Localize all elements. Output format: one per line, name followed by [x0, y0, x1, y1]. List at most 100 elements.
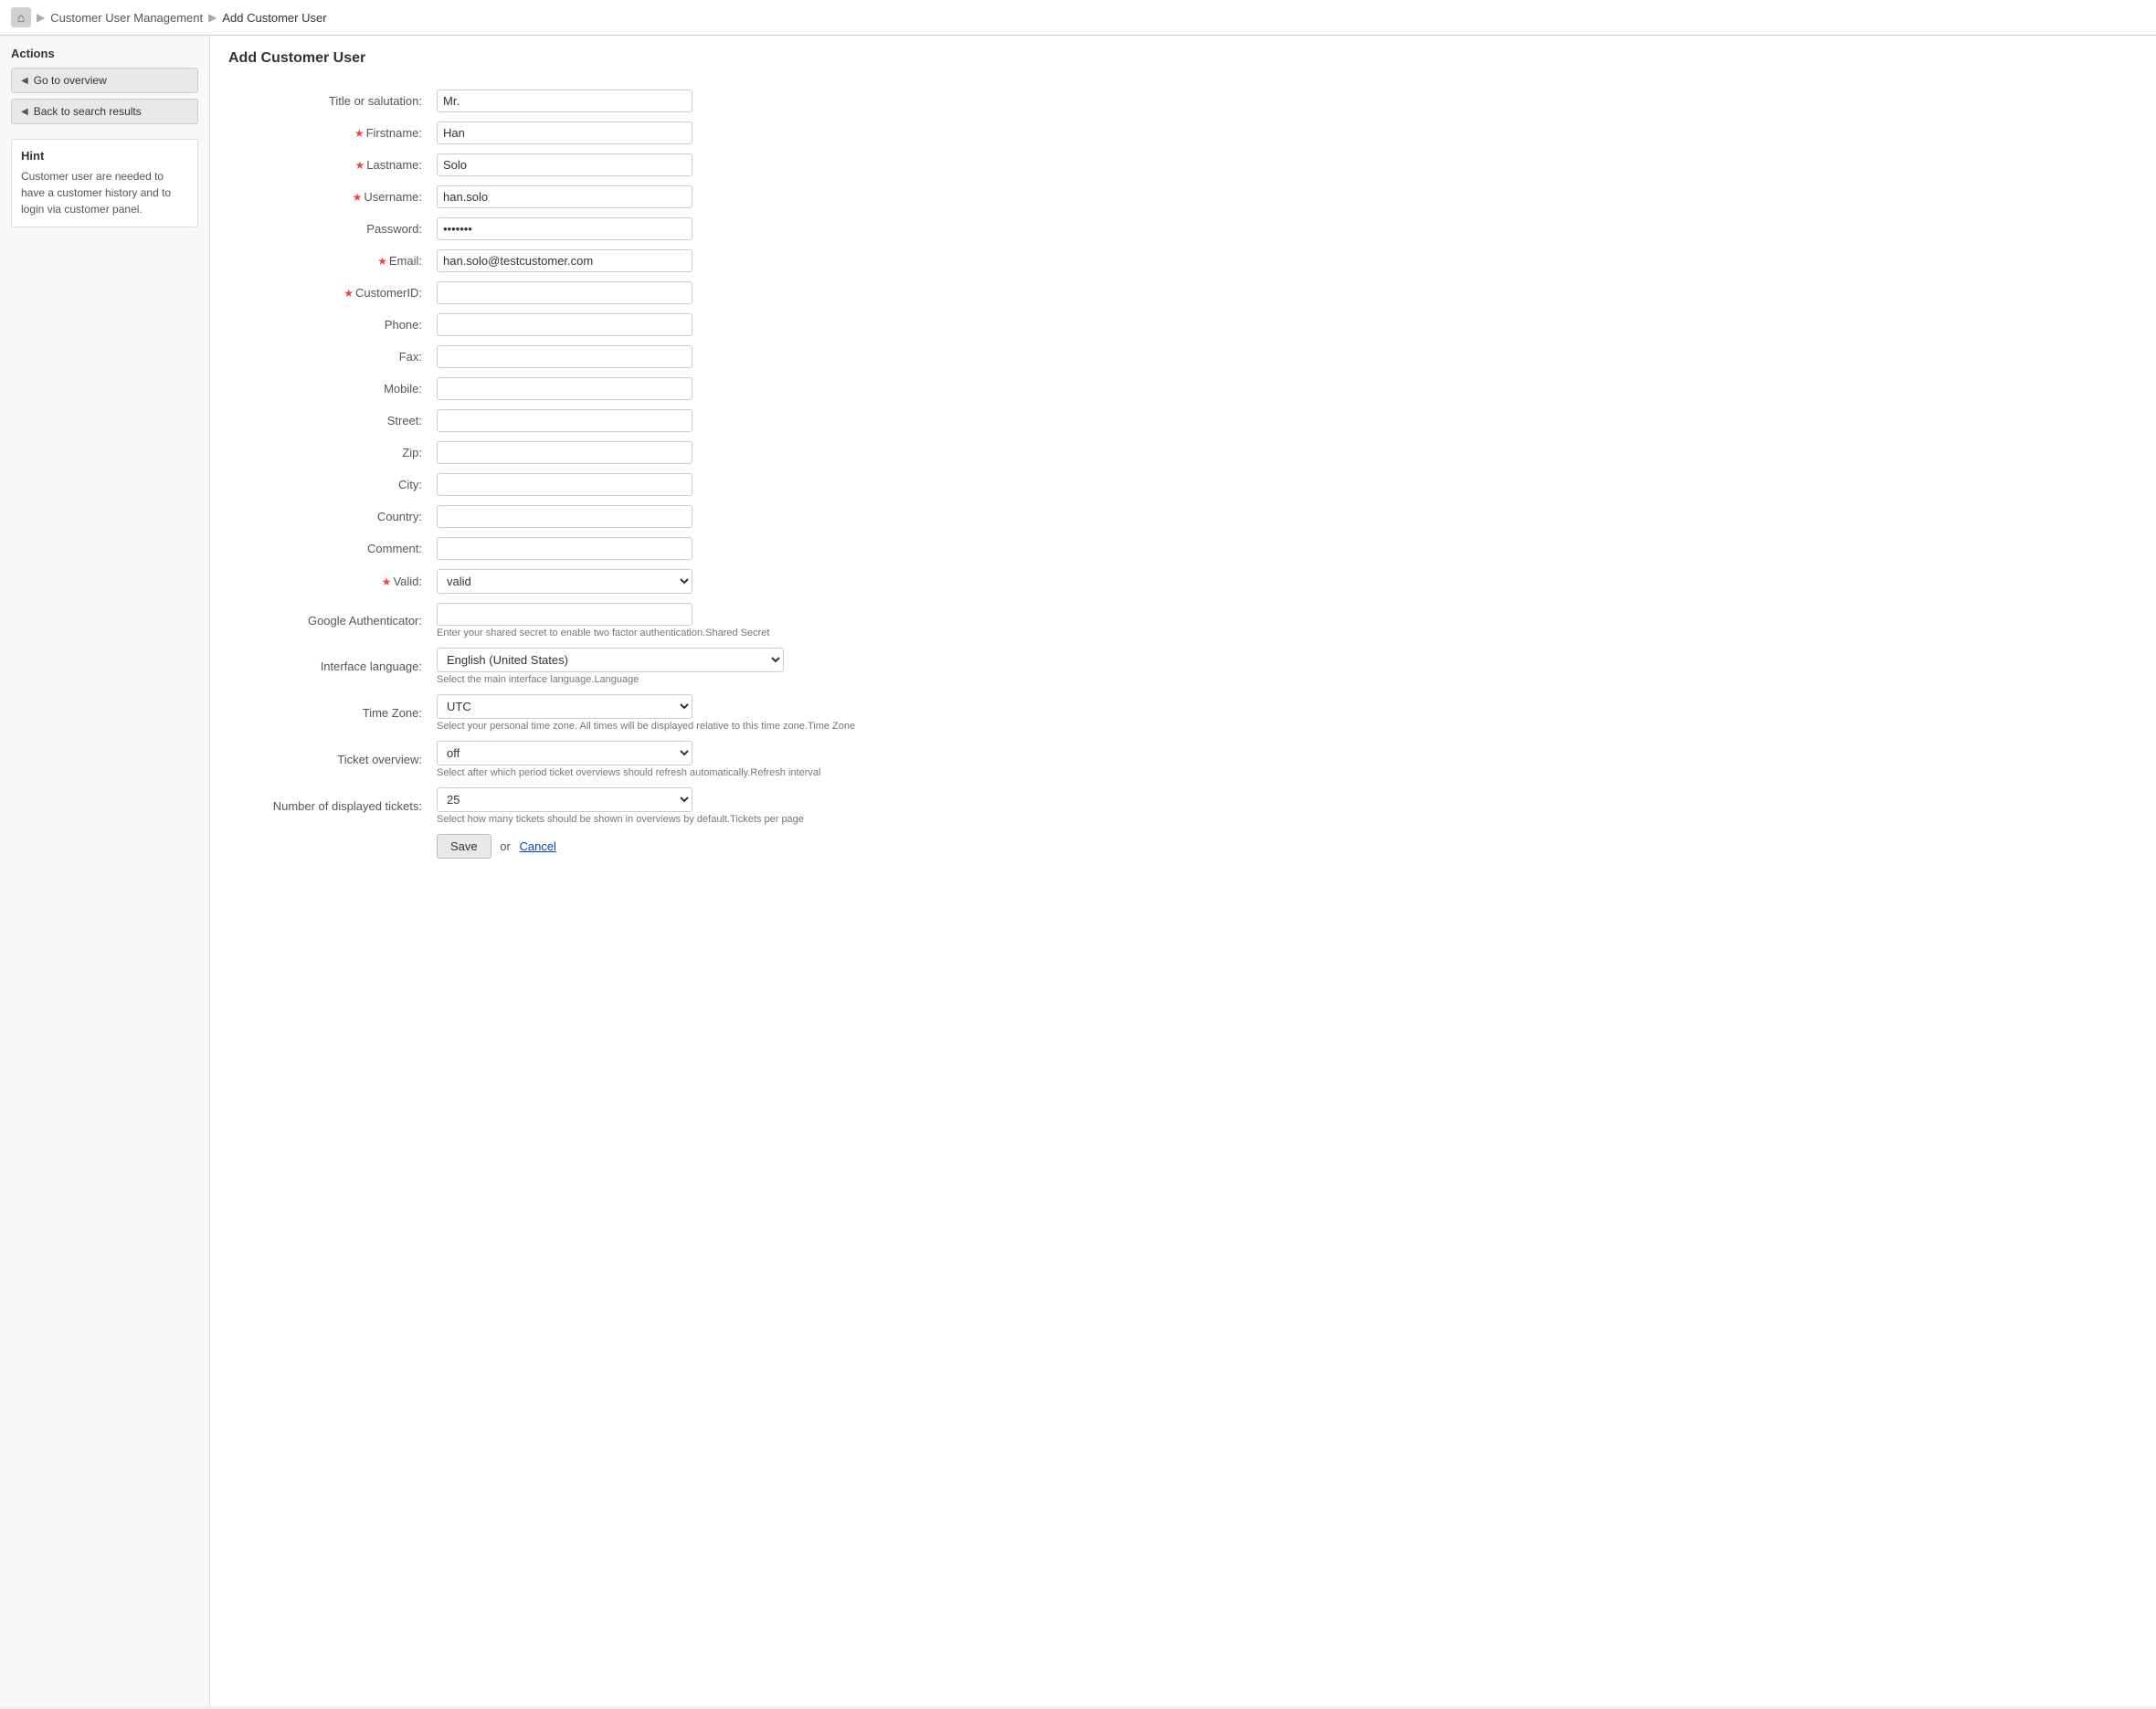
lastname-field	[429, 149, 2138, 181]
num-tickets-hint: Select how many tickets should be shown …	[437, 814, 2130, 825]
ticket-overview-select[interactable]: off 1 minute 5 minutes	[437, 741, 692, 765]
row-phone: Phone:	[228, 309, 2138, 341]
username-input[interactable]	[437, 185, 692, 208]
breadcrumb-add-customer-user: Add Customer User	[222, 11, 326, 25]
hint-box: Hint Customer user are needed to have a …	[11, 139, 198, 227]
num-tickets-select[interactable]: 25 50 100	[437, 787, 692, 812]
form-table: Title or salutation: ★Firstname:	[228, 85, 2138, 863]
row-password: Password:	[228, 213, 2138, 245]
row-email: ★Email:	[228, 245, 2138, 277]
go-to-overview-button[interactable]: ◀ Go to overview	[11, 68, 198, 93]
breadcrumb-arrow-1: ▶	[37, 11, 45, 24]
username-label: ★Username:	[228, 181, 429, 213]
lastname-required: ★	[355, 159, 365, 172]
google-auth-hint: Enter your shared secret to enable two f…	[437, 628, 2130, 638]
firstname-field	[429, 117, 2138, 149]
interface-language-select[interactable]: English (United States)	[437, 648, 784, 672]
save-label-empty	[228, 829, 429, 863]
cancel-button[interactable]: Cancel	[519, 839, 555, 853]
comment-label: Comment:	[228, 533, 429, 564]
timezone-label: Time Zone:	[228, 690, 429, 736]
go-to-overview-label: Go to overview	[34, 74, 107, 87]
street-field	[429, 405, 2138, 437]
row-interface-language: Interface language: English (United Stat…	[228, 643, 2138, 690]
mobile-input[interactable]	[437, 377, 692, 400]
mobile-label: Mobile:	[228, 373, 429, 405]
row-fax: Fax:	[228, 341, 2138, 373]
phone-input[interactable]	[437, 313, 692, 336]
country-field	[429, 501, 2138, 533]
timezone-select[interactable]: UTC	[437, 694, 692, 719]
email-required: ★	[377, 255, 387, 268]
zip-input[interactable]	[437, 441, 692, 464]
timezone-hint: Select your personal time zone. All time…	[437, 721, 2130, 732]
row-city: City:	[228, 469, 2138, 501]
hint-title: Hint	[21, 149, 188, 163]
city-field	[429, 469, 2138, 501]
email-field	[429, 245, 2138, 277]
zip-field	[429, 437, 2138, 469]
page-title: Add Customer User	[228, 50, 2138, 67]
row-ticket-overview: Ticket overview: off 1 minute 5 minutes …	[228, 736, 2138, 783]
lastname-label: ★Lastname:	[228, 149, 429, 181]
firstname-required: ★	[354, 127, 365, 140]
row-comment: Comment:	[228, 533, 2138, 564]
google-auth-label: Google Authenticator:	[228, 598, 429, 643]
title-salutation-input[interactable]	[437, 90, 692, 112]
row-num-tickets: Number of displayed tickets: 25 50 100 S…	[228, 783, 2138, 829]
mobile-field	[429, 373, 2138, 405]
city-label: City:	[228, 469, 429, 501]
main-content: Add Customer User Title or salutation: ★…	[210, 36, 2156, 1706]
google-auth-input[interactable]	[437, 603, 692, 626]
go-to-overview-arrow-icon: ◀	[21, 76, 28, 86]
customerid-required: ★	[343, 287, 354, 300]
comment-input[interactable]	[437, 537, 692, 560]
breadcrumb: ⌂ ▶ Customer User Management ▶ Add Custo…	[0, 0, 2156, 36]
email-label: ★Email:	[228, 245, 429, 277]
customerid-field	[429, 277, 2138, 309]
city-input[interactable]	[437, 473, 692, 496]
google-auth-field: Enter your shared secret to enable two f…	[429, 598, 2138, 643]
password-label: Password:	[228, 213, 429, 245]
row-title-salutation: Title or salutation:	[228, 85, 2138, 117]
actions-title: Actions	[11, 47, 198, 60]
lastname-input[interactable]	[437, 153, 692, 176]
customerid-input[interactable]	[437, 281, 692, 304]
num-tickets-label: Number of displayed tickets:	[228, 783, 429, 829]
interface-language-field: English (United States) Select the main …	[429, 643, 2138, 690]
username-field	[429, 181, 2138, 213]
phone-label: Phone:	[228, 309, 429, 341]
phone-field	[429, 309, 2138, 341]
num-tickets-field: 25 50 100 Select how many tickets should…	[429, 783, 2138, 829]
street-label: Street:	[228, 405, 429, 437]
firstname-input[interactable]	[437, 121, 692, 144]
valid-field: valid invalid	[429, 564, 2138, 598]
comment-field	[429, 533, 2138, 564]
valid-select[interactable]: valid invalid	[437, 569, 692, 594]
row-username: ★Username:	[228, 181, 2138, 213]
back-to-search-button[interactable]: ◀ Back to search results	[11, 99, 198, 124]
home-icon[interactable]: ⌂	[11, 7, 31, 27]
password-input[interactable]	[437, 217, 692, 240]
or-text: or	[500, 839, 511, 853]
row-save: Save or Cancel	[228, 829, 2138, 863]
customerid-label: ★CustomerID:	[228, 277, 429, 309]
row-firstname: ★Firstname:	[228, 117, 2138, 149]
back-to-search-arrow-icon: ◀	[21, 107, 28, 117]
back-to-search-label: Back to search results	[34, 105, 142, 118]
row-country: Country:	[228, 501, 2138, 533]
country-input[interactable]	[437, 505, 692, 528]
breadcrumb-customer-user-management[interactable]: Customer User Management	[50, 11, 203, 25]
row-customerid: ★CustomerID:	[228, 277, 2138, 309]
save-button[interactable]: Save	[437, 834, 491, 859]
password-field	[429, 213, 2138, 245]
fax-input[interactable]	[437, 345, 692, 368]
timezone-field: UTC Select your personal time zone. All …	[429, 690, 2138, 736]
ticket-overview-label: Ticket overview:	[228, 736, 429, 783]
email-input[interactable]	[437, 249, 692, 272]
title-salutation-field	[429, 85, 2138, 117]
row-google-auth: Google Authenticator: Enter your shared …	[228, 598, 2138, 643]
row-valid: ★Valid: valid invalid	[228, 564, 2138, 598]
interface-language-label: Interface language:	[228, 643, 429, 690]
street-input[interactable]	[437, 409, 692, 432]
